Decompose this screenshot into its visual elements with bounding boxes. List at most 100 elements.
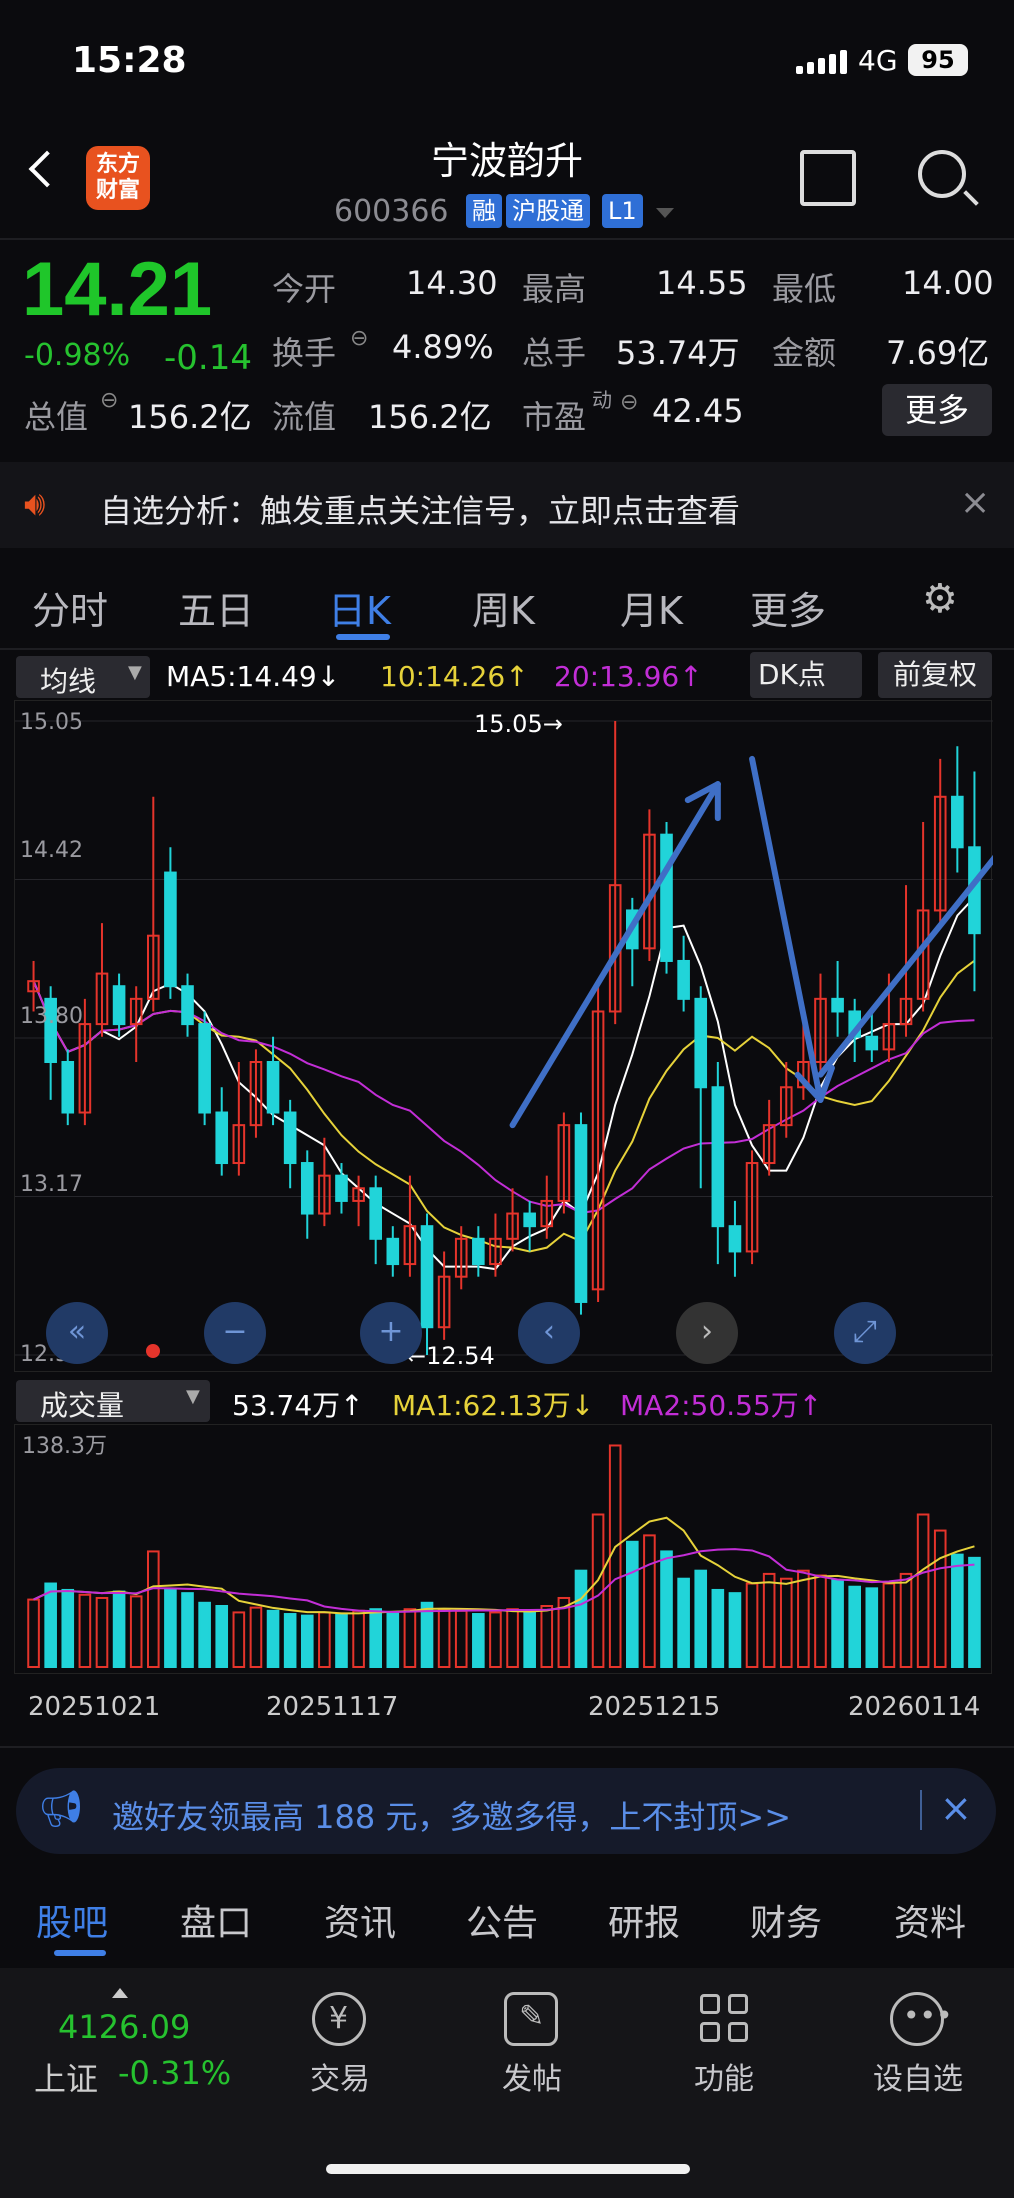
volume-bar	[728, 1592, 742, 1668]
volume-bar	[865, 1587, 879, 1669]
promo-banner[interactable]: 📢︎ 邀好友领最高 188 元，多邀多得，上不封顶>> ×	[16, 1768, 996, 1854]
vol-ma2-arrow: ↑	[798, 1389, 823, 1422]
change-abs: -0.14	[164, 338, 252, 378]
tag-margin[interactable]: 融	[466, 194, 502, 228]
compose-icon[interactable]: ✎	[504, 1992, 558, 2046]
tab-forum[interactable]: 股吧	[36, 1894, 108, 1946]
date-tick: 20251021	[28, 1692, 161, 1722]
tab-financials[interactable]: 财务	[750, 1894, 822, 1946]
tab-news[interactable]: 资讯	[324, 1894, 396, 1946]
volume-bar	[249, 1606, 263, 1668]
speaker-icon: 🔊︎	[24, 484, 46, 524]
rewind-icon[interactable]: «	[46, 1302, 108, 1364]
candle-body	[386, 1237, 400, 1266]
candle-body	[728, 1225, 742, 1253]
close-icon[interactable]: ×	[940, 1786, 972, 1830]
pe-label: 市盈	[522, 398, 587, 436]
index-value[interactable]: 4126.09	[58, 2008, 190, 2046]
kline-chart[interactable]	[14, 700, 1014, 1372]
low-value: 14.00	[902, 264, 994, 302]
ma-selector[interactable]: 均线 ▼	[16, 656, 150, 698]
adjust-button[interactable]: 前复权	[878, 652, 992, 698]
tab-five-day[interactable]: 五日	[178, 580, 254, 635]
tab-weekly-k[interactable]: 周K	[472, 580, 535, 635]
candle-body	[181, 985, 194, 1026]
tab-order-book[interactable]: 盘口	[180, 1894, 252, 1946]
info-icon[interactable]: ⊖	[620, 390, 638, 415]
fullscreen-icon[interactable]: ⤢	[834, 1302, 896, 1364]
index-change[interactable]: -0.31%	[118, 2054, 231, 2092]
volume-bar	[762, 1572, 776, 1668]
scroll-left-icon[interactable]: ‹	[518, 1302, 580, 1364]
info-icon[interactable]: ⊖	[100, 388, 118, 413]
candle-body	[283, 1111, 297, 1165]
vol-ma2-readout: MA2:50.55万↑	[620, 1384, 822, 1424]
tag-connect[interactable]: 沪股通	[506, 194, 590, 228]
candle-body	[198, 1023, 211, 1114]
date-tick: 20260114	[848, 1692, 981, 1722]
chevron-down-icon: ▼	[186, 1386, 200, 1407]
ma10-arrow: ↑	[505, 660, 529, 693]
dock-functions[interactable]: 功能	[664, 2054, 784, 2098]
tab-monthly-k[interactable]: 月K	[620, 580, 683, 635]
more-button[interactable]: 更多	[882, 384, 992, 436]
candle-body	[335, 1174, 348, 1202]
search-icon[interactable]	[918, 150, 966, 198]
info-icon[interactable]: ⊖	[350, 326, 368, 351]
notice-banner[interactable]: 🔊︎ 自选分析：触发重点关注信号，立即点击查看 ×	[0, 462, 1014, 548]
dock-post[interactable]: 发帖	[472, 2054, 592, 2098]
date-tick: 20251117	[266, 1692, 399, 1722]
zoom-in-icon[interactable]: +	[360, 1302, 422, 1364]
trend-arrow-line	[749, 755, 824, 1103]
chevron-up-icon[interactable]	[112, 1988, 128, 1998]
tab-more[interactable]: 更多	[750, 580, 826, 635]
scroll-right-icon[interactable]: ›	[676, 1302, 738, 1364]
divider	[920, 1790, 922, 1830]
settings-gear-icon[interactable]: ⚙	[922, 576, 958, 622]
candle-body	[677, 959, 690, 1000]
volume-bar	[472, 1613, 485, 1668]
candle-body	[660, 833, 673, 962]
chevron-down-icon[interactable]	[656, 208, 674, 218]
volume-bar	[198, 1601, 211, 1669]
divider	[0, 1746, 1014, 1748]
tag-level[interactable]: L1	[602, 194, 643, 228]
dock-add-watchlist[interactable]: 设自选	[858, 2054, 978, 2098]
ma20-line	[32, 980, 975, 1214]
tab-intraday[interactable]: 分时	[32, 580, 108, 635]
volume-bar	[660, 1550, 673, 1668]
last-price: 14.21	[22, 247, 213, 332]
volume-bar	[677, 1577, 690, 1668]
volume-chart[interactable]	[14, 1424, 992, 1674]
open-value: 14.30	[406, 264, 498, 302]
candle-body	[472, 1237, 485, 1266]
dock-trade[interactable]: 交易	[280, 2054, 400, 2098]
volume-bar	[951, 1553, 964, 1668]
trade-icon[interactable]: ¥	[312, 1992, 366, 2046]
index-name[interactable]: 上证	[34, 2054, 98, 2100]
share-icon[interactable]	[800, 150, 856, 206]
zoom-out-icon[interactable]: −	[204, 1302, 266, 1364]
vol-ma1-readout: MA1:62.13万↓	[392, 1384, 594, 1424]
stock-code: 600366	[334, 194, 449, 229]
volume-selector[interactable]: 成交量 ▼	[16, 1380, 210, 1422]
network-type: 4G	[858, 44, 898, 77]
tab-daily-k[interactable]: 日K	[328, 580, 391, 635]
close-icon[interactable]: ×	[960, 482, 990, 523]
tab-announcements[interactable]: 公告	[466, 1894, 538, 1946]
volume-bar	[454, 1609, 468, 1669]
dk-button[interactable]: DK点	[750, 652, 862, 698]
tab-research[interactable]: 研报	[608, 1894, 680, 1946]
grid-icon[interactable]	[698, 1992, 752, 2046]
tab-profile[interactable]: 资料	[894, 1894, 966, 1946]
volume-bar	[437, 1608, 451, 1669]
stock-name: 宁波韵升	[430, 139, 583, 183]
notice-text: 自选分析：触发重点关注信号，立即点击查看	[100, 492, 741, 530]
volume-axis-max: 138.3万	[22, 1434, 107, 1459]
candle-body	[266, 1060, 280, 1114]
volume-bar	[882, 1582, 896, 1668]
turnover-label: 换手	[272, 334, 337, 372]
vol-ma2-value: MA2:50.55万	[620, 1389, 799, 1422]
status-time: 15:28	[72, 40, 187, 81]
more-dots-icon[interactable]: •••	[890, 1992, 953, 2046]
